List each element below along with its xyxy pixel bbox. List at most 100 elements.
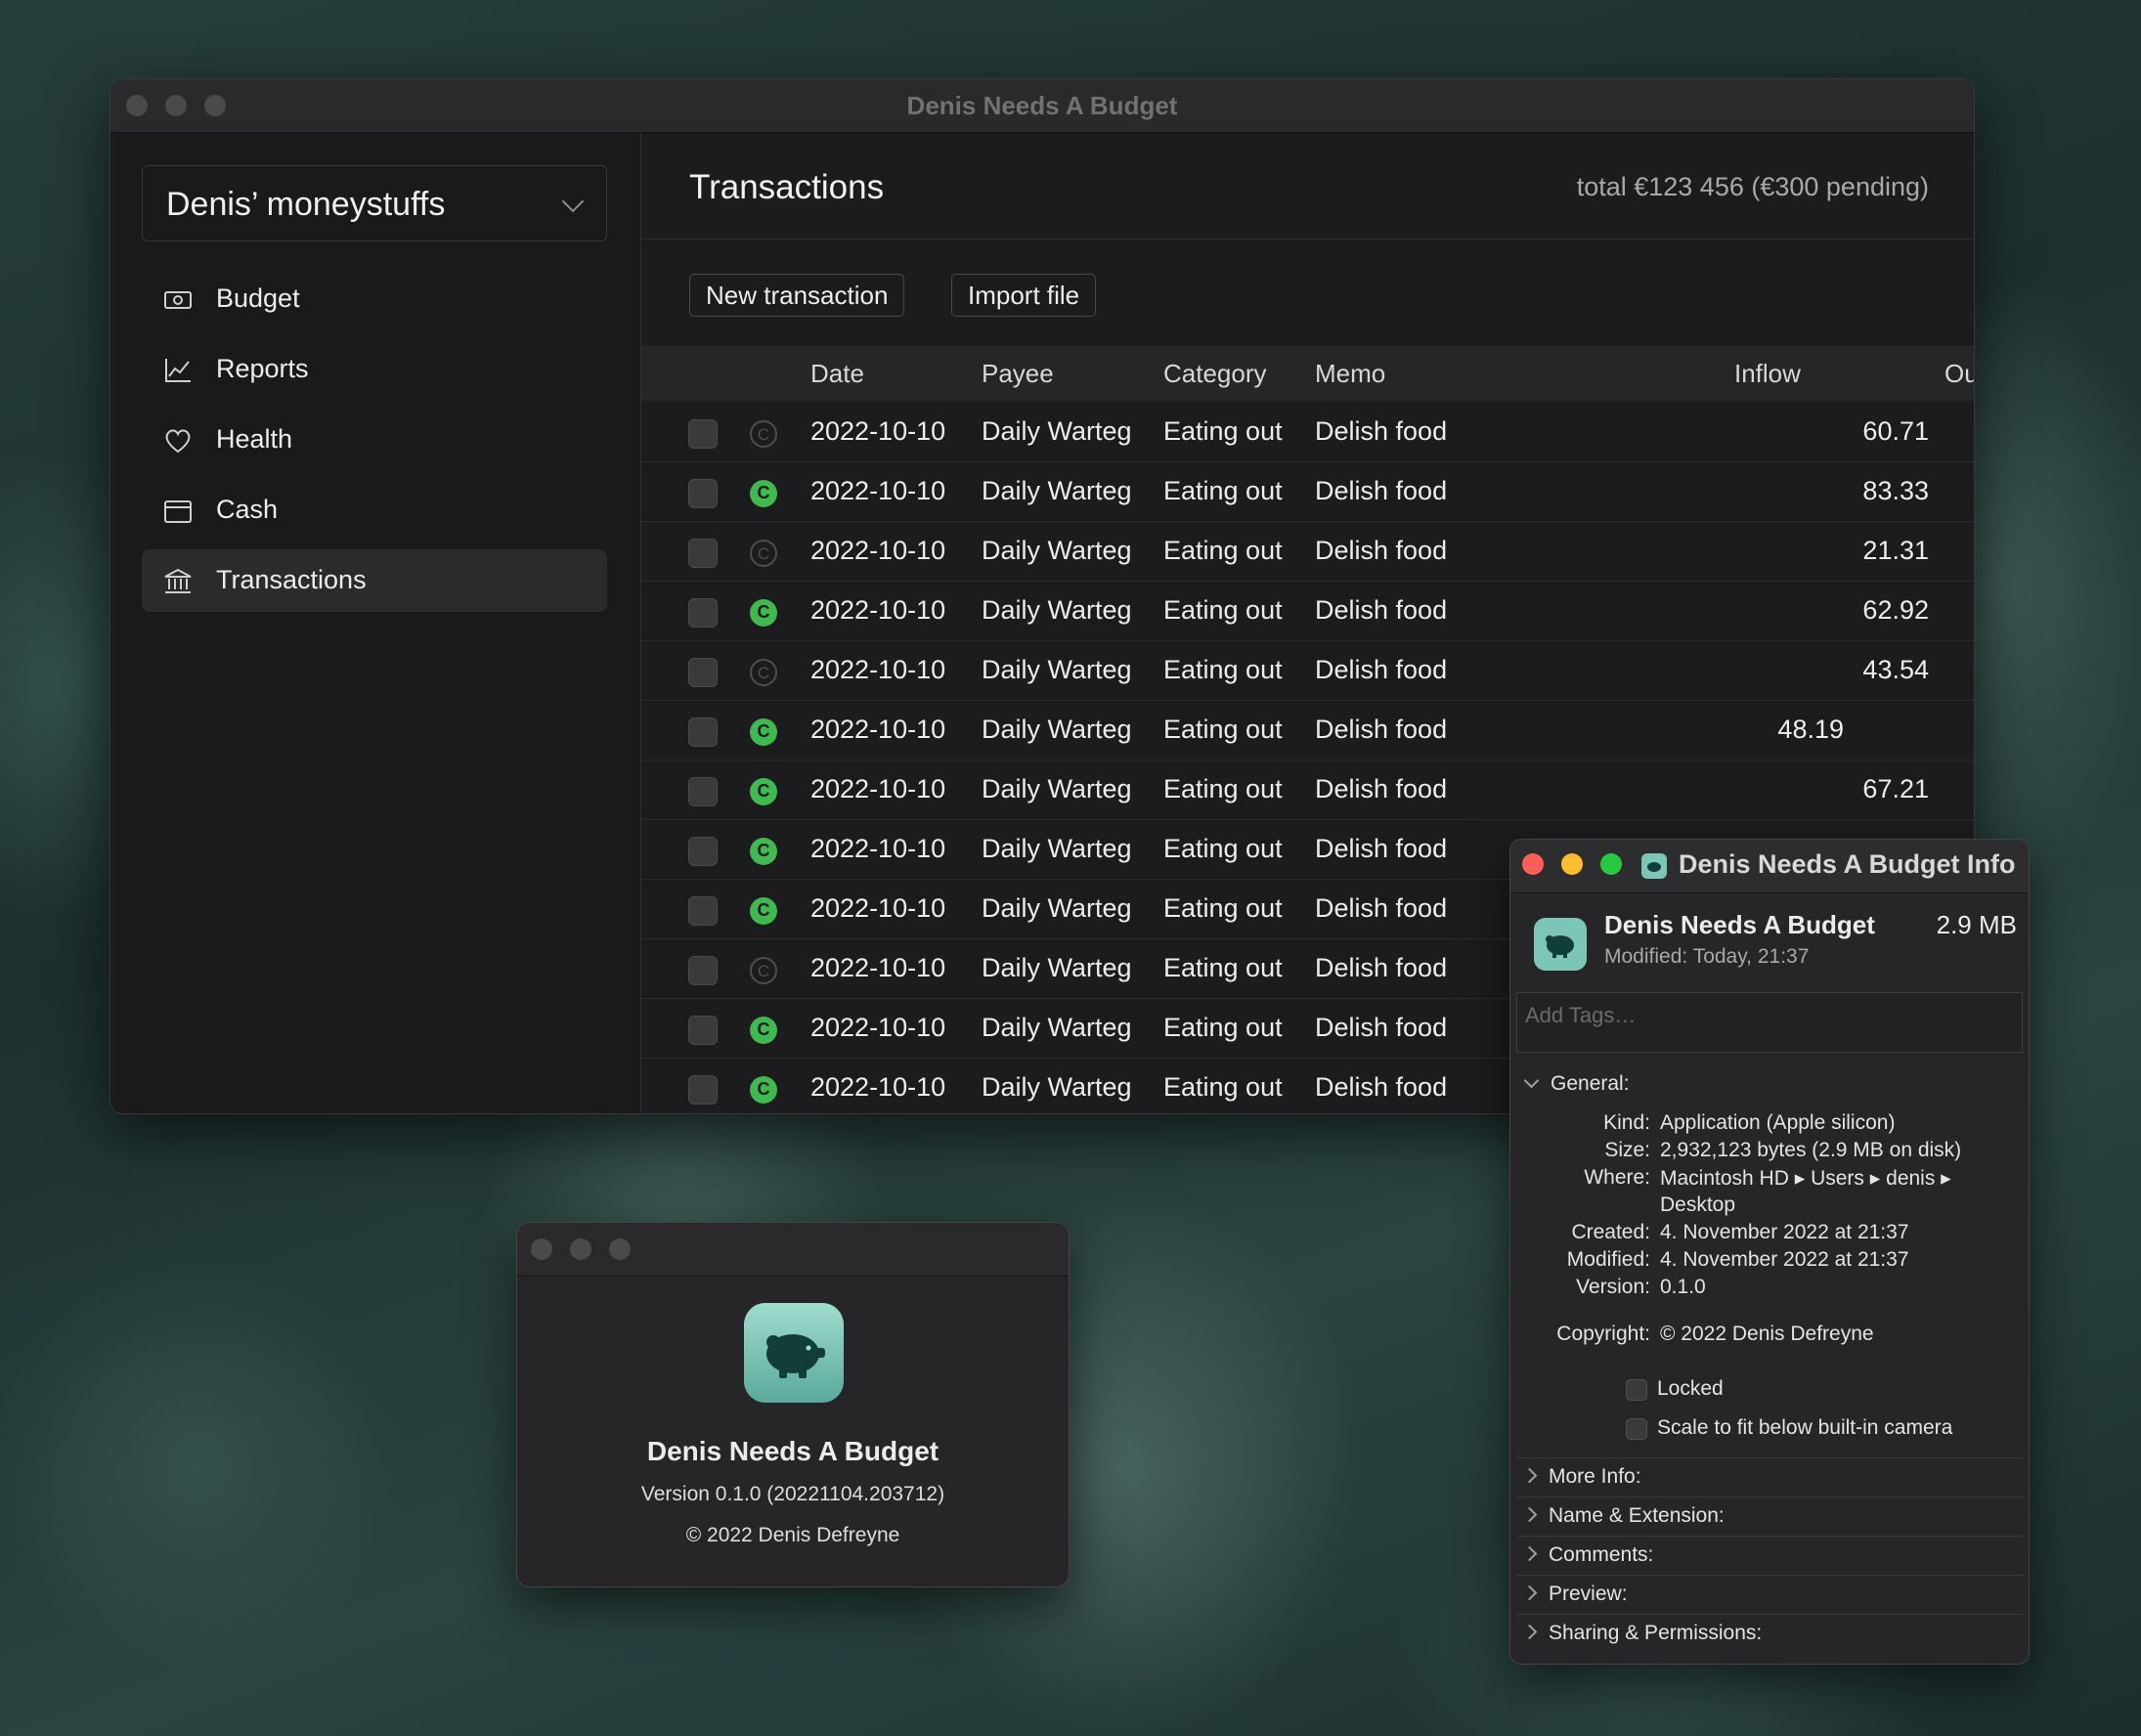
- sidebar-item-label: Reports: [216, 354, 309, 383]
- import-file-button[interactable]: Import file: [951, 274, 1097, 317]
- sidebar-item-label: Health: [216, 424, 293, 454]
- cleared-icon[interactable]: C: [750, 599, 777, 627]
- divider: [1516, 1575, 2023, 1576]
- about-version: Version 0.1.0 (20221104.203712): [640, 1483, 945, 1505]
- cleared-icon[interactable]: C: [750, 897, 777, 925]
- date-cell: 2022-10-10: [810, 655, 946, 684]
- disclosure-closed-icon: [1521, 1624, 1538, 1640]
- general-value: 2,932,123 bytes (2.9 MB on disk): [1660, 1139, 1962, 1161]
- memo-cell: Delish food: [1315, 834, 1448, 863]
- category-cell: Eating out: [1163, 416, 1283, 446]
- column-header-outflow[interactable]: Outflow: [1944, 359, 1974, 389]
- money-icon: [164, 291, 192, 309]
- close-button[interactable]: [531, 1238, 552, 1260]
- row-select-checkbox[interactable]: [688, 598, 718, 628]
- section-comments[interactable]: Comments:: [1521, 1543, 1653, 1567]
- table-row[interactable]: C 2022-10-10 Daily Warteg Eating out Delish …: [641, 581, 1974, 641]
- category-cell: Eating out: [1163, 655, 1283, 684]
- info-modified: Modified: Today, 21:37: [1604, 945, 1809, 969]
- account-selector[interactable]: Denis’ moneystuffs: [142, 165, 607, 241]
- table-row[interactable]: C 2022-10-10 Daily Warteg Eating out Delish …: [641, 760, 1974, 820]
- cleared-icon[interactable]: C: [750, 1017, 777, 1044]
- cleared-icon[interactable]: C: [750, 718, 777, 746]
- section-sharing-permissions[interactable]: Sharing & Permissions:: [1521, 1622, 1762, 1645]
- zoom-button[interactable]: [1600, 853, 1622, 875]
- outflow-cell: 21.31: [1862, 536, 1929, 565]
- sidebar-item-budget[interactable]: Budget: [142, 268, 607, 330]
- sidebar-item-health[interactable]: Health: [142, 409, 607, 471]
- new-transaction-button[interactable]: New transaction: [689, 274, 905, 317]
- row-select-checkbox[interactable]: [688, 1016, 718, 1045]
- sidebar: Denis’ moneystuffs Budget Reports Health…: [110, 133, 641, 1113]
- memo-cell: Delish food: [1315, 953, 1448, 982]
- table-row[interactable]: C 2022-10-10 Daily Warteg Eating out Delish …: [641, 402, 1974, 462]
- cleared-icon[interactable]: C: [750, 1076, 777, 1104]
- section-preview[interactable]: Preview:: [1521, 1583, 1628, 1606]
- title-bar: Denis Needs A Budget: [110, 79, 1974, 133]
- general-key: Where:: [1584, 1166, 1650, 1189]
- column-header-category[interactable]: Category: [1163, 359, 1267, 389]
- payee-cell: Daily Warteg: [982, 476, 1132, 505]
- minimize-button[interactable]: [570, 1238, 591, 1260]
- date-cell: 2022-10-10: [810, 1013, 946, 1042]
- payee-cell: Daily Warteg: [982, 1072, 1132, 1102]
- date-cell: 2022-10-10: [810, 715, 946, 744]
- account-name: Denis’ moneystuffs: [166, 186, 446, 223]
- copyright-key: Copyright:: [1556, 1323, 1650, 1345]
- payee-cell: Daily Warteg: [982, 655, 1132, 684]
- row-select-checkbox[interactable]: [688, 658, 718, 687]
- general-key: Created:: [1571, 1221, 1650, 1243]
- about-copyright: © 2022 Denis Defreyne: [685, 1524, 900, 1546]
- date-cell: 2022-10-10: [810, 774, 946, 803]
- row-select-checkbox[interactable]: [688, 1075, 718, 1105]
- uncleared-icon[interactable]: C: [750, 420, 777, 448]
- row-select-checkbox[interactable]: [688, 956, 718, 985]
- zoom-button[interactable]: [609, 1238, 631, 1260]
- uncleared-icon[interactable]: C: [750, 540, 777, 567]
- disclosure-closed-icon: [1521, 1545, 1538, 1562]
- outflow-cell: 83.33: [1862, 476, 1929, 505]
- category-cell: Eating out: [1163, 476, 1283, 505]
- app-mini-icon: [1641, 853, 1667, 879]
- locked-checkbox[interactable]: [1626, 1379, 1647, 1401]
- column-header-payee[interactable]: Payee: [982, 359, 1054, 389]
- wallet-icon: [164, 500, 192, 523]
- column-header-memo[interactable]: Memo: [1315, 359, 1385, 389]
- row-select-checkbox[interactable]: [688, 896, 718, 926]
- row-select-checkbox[interactable]: [688, 777, 718, 806]
- section-name-extension[interactable]: Name & Extension:: [1521, 1504, 1725, 1528]
- sidebar-item-cash[interactable]: Cash: [142, 479, 607, 542]
- tags-field[interactable]: Add Tags…: [1516, 992, 2023, 1053]
- cleared-icon[interactable]: C: [750, 778, 777, 805]
- cleared-icon[interactable]: C: [750, 480, 777, 507]
- scale-camera-checkbox[interactable]: [1626, 1418, 1647, 1440]
- row-select-checkbox[interactable]: [688, 717, 718, 747]
- uncleared-icon[interactable]: C: [750, 659, 777, 686]
- row-select-checkbox[interactable]: [688, 419, 718, 449]
- table-row[interactable]: C 2022-10-10 Daily Warteg Eating out Delish …: [641, 640, 1974, 701]
- copyright-value: © 2022 Denis Defreyne: [1660, 1323, 1874, 1345]
- memo-cell: Delish food: [1315, 476, 1448, 505]
- row-select-checkbox[interactable]: [688, 479, 718, 508]
- section-more-info[interactable]: More Info:: [1521, 1465, 1641, 1489]
- row-select-checkbox[interactable]: [688, 837, 718, 866]
- uncleared-icon[interactable]: C: [750, 957, 777, 984]
- payee-cell: Daily Warteg: [982, 1013, 1132, 1042]
- table-row[interactable]: C 2022-10-10 Daily Warteg Eating out Delish …: [641, 521, 1974, 582]
- table-row[interactable]: C 2022-10-10 Daily Warteg Eating out Delish …: [641, 700, 1974, 760]
- sidebar-item-reports[interactable]: Reports: [142, 338, 607, 401]
- column-header-date[interactable]: Date: [810, 359, 864, 389]
- row-select-checkbox[interactable]: [688, 539, 718, 568]
- table-row[interactable]: C 2022-10-10 Daily Warteg Eating out Delish …: [641, 461, 1974, 522]
- sidebar-item-label: Budget: [216, 283, 300, 313]
- section-general[interactable]: General:: [1522, 1072, 1630, 1096]
- cleared-icon[interactable]: C: [750, 838, 777, 865]
- category-cell: Eating out: [1163, 1072, 1283, 1102]
- column-header-inflow[interactable]: Inflow: [1734, 359, 1801, 389]
- sidebar-item-transactions[interactable]: Transactions: [142, 549, 607, 612]
- category-cell: Eating out: [1163, 715, 1283, 744]
- minimize-button[interactable]: [1561, 853, 1583, 875]
- close-button[interactable]: [1522, 853, 1544, 875]
- category-cell: Eating out: [1163, 536, 1283, 565]
- window-controls: [1522, 853, 1622, 875]
